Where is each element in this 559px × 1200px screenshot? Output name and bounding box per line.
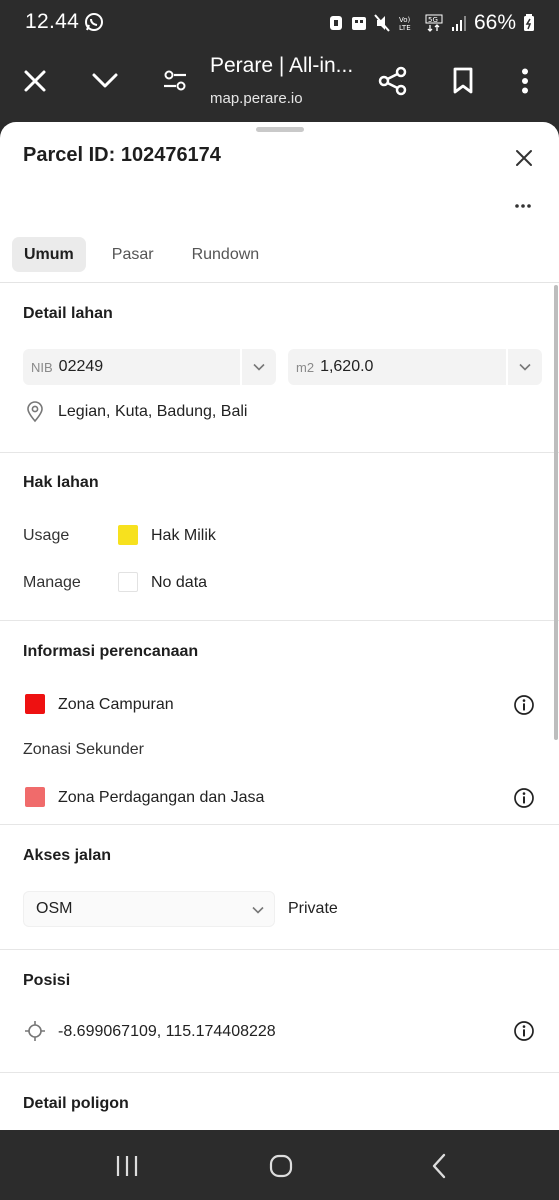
info-icon[interactable] bbox=[513, 694, 535, 716]
more-horiz-icon bbox=[515, 204, 531, 208]
tab-bar: Umum Pasar Rundown bbox=[12, 237, 271, 272]
secondary-zone-name: Zona Perdagangan dan Jasa bbox=[58, 789, 265, 806]
chevron-down-icon[interactable] bbox=[506, 349, 542, 385]
close-icon bbox=[516, 150, 532, 166]
page-settings-button[interactable] bbox=[158, 64, 192, 98]
section-title: Akses jalan bbox=[23, 847, 112, 864]
battery-percent: 66% bbox=[473, 11, 516, 34]
page-url[interactable]: map.perare.io bbox=[210, 90, 303, 107]
tab-rundown[interactable]: Rundown bbox=[180, 237, 272, 272]
status-time: 12.44 bbox=[25, 10, 80, 33]
section-title: Detail lahan bbox=[23, 305, 113, 322]
primary-zone-name: Zona Campuran bbox=[58, 696, 174, 713]
section-detail-lahan: Detail lahan NIB 02249 m2 1,620.0 Legian… bbox=[0, 283, 559, 453]
secondary-zone-swatch bbox=[25, 787, 45, 807]
chevron-down-icon[interactable] bbox=[240, 349, 276, 385]
status-icons: Vo) LTE 5G 66% bbox=[328, 10, 535, 36]
5g-icon: 5G bbox=[425, 14, 443, 32]
parcel-title: Parcel ID: 102476174 bbox=[23, 144, 221, 166]
back-button[interactable] bbox=[424, 1152, 454, 1180]
notification-icon bbox=[329, 16, 342, 30]
section-informasi-perencanaan: Informasi perencanaan Zona Campuran Zona… bbox=[0, 621, 559, 825]
recent-apps-button[interactable] bbox=[112, 1152, 142, 1180]
browser-menu-button[interactable] bbox=[508, 64, 542, 98]
bookmark-button[interactable] bbox=[446, 64, 480, 98]
close-tab-button[interactable] bbox=[18, 64, 52, 98]
more-vert-icon bbox=[522, 68, 528, 94]
whatsapp-icon bbox=[85, 13, 103, 31]
info-icon[interactable] bbox=[513, 787, 535, 809]
signal-icon bbox=[451, 16, 466, 31]
volte-icon: Vo)LTE bbox=[399, 16, 411, 32]
manage-color-swatch bbox=[118, 572, 138, 592]
section-title: Informasi perencanaan bbox=[23, 643, 199, 660]
section-posisi: Posisi -8.699067109, 115.174408228 bbox=[0, 950, 559, 1073]
status-bar: 12.44 Vo) LTE 5G 66% bbox=[0, 0, 559, 46]
bookmark-icon bbox=[453, 67, 473, 94]
location-pin-icon bbox=[27, 401, 43, 423]
section-title: Posisi bbox=[23, 972, 71, 989]
manage-label: Manage bbox=[23, 574, 81, 591]
road-source-value: OSM bbox=[36, 900, 73, 917]
close-icon bbox=[24, 70, 46, 92]
area-select[interactable]: m2 1,620.0 bbox=[288, 349, 542, 385]
back-icon bbox=[432, 1153, 446, 1179]
coordinates-text: -8.699067109, 115.174408228 bbox=[58, 1023, 276, 1040]
tune-icon bbox=[164, 70, 186, 91]
svg-text:Vo): Vo) bbox=[399, 16, 411, 24]
section-title: Detail poligon bbox=[23, 1095, 129, 1112]
collapse-button[interactable] bbox=[88, 64, 122, 98]
tab-pasar[interactable]: Pasar bbox=[100, 237, 166, 272]
page-title: Perare | All-in... bbox=[210, 54, 354, 77]
parcel-sheet: Parcel ID: 102476174 Umum Pasar Rundown … bbox=[0, 122, 559, 1130]
manage-value: No data bbox=[151, 574, 208, 591]
home-button[interactable] bbox=[266, 1152, 296, 1180]
share-button[interactable] bbox=[376, 64, 410, 98]
scrollbar[interactable] bbox=[554, 285, 558, 740]
section-detail-poligon: Detail poligon bbox=[0, 1073, 559, 1130]
area-prefix: m2 bbox=[296, 359, 315, 375]
secondary-zoning-label: Zonasi Sekunder bbox=[23, 741, 144, 758]
sheet-content[interactable]: Detail lahan NIB 02249 m2 1,620.0 Legian… bbox=[0, 282, 559, 1130]
svg-text:LTE: LTE bbox=[399, 24, 411, 32]
usage-label: Usage bbox=[23, 527, 70, 544]
browser-toolbar: Perare | All-in... map.perare.io bbox=[0, 46, 559, 122]
nib-select[interactable]: NIB 02249 bbox=[23, 349, 276, 385]
share-icon bbox=[378, 66, 407, 96]
svg-text:5G: 5G bbox=[428, 16, 438, 24]
section-akses-jalan: Akses jalan OSM Private bbox=[0, 825, 559, 950]
section-hak-lahan: Hak lahan Usage Hak Milik Manage No data bbox=[0, 453, 559, 621]
section-title: Hak lahan bbox=[23, 474, 99, 491]
info-icon[interactable] bbox=[513, 1020, 535, 1042]
crosshair-icon bbox=[25, 1021, 45, 1041]
sheet-more-button[interactable] bbox=[508, 194, 538, 218]
road-source-select[interactable]: OSM bbox=[23, 891, 275, 927]
nib-value: 02249 bbox=[58, 358, 104, 375]
sheet-drag-handle[interactable] bbox=[256, 127, 304, 132]
mute-icon bbox=[374, 14, 390, 32]
location-text: Legian, Kuta, Badung, Bali bbox=[58, 403, 248, 420]
system-nav-bar bbox=[0, 1130, 559, 1200]
primary-zone-swatch bbox=[25, 694, 45, 714]
nib-prefix: NIB bbox=[31, 359, 53, 375]
road-access-type: Private bbox=[288, 900, 338, 917]
battery-icon bbox=[524, 14, 534, 31]
home-icon bbox=[269, 1154, 293, 1178]
chevron-down-icon bbox=[92, 73, 118, 88]
usage-value: Hak Milik bbox=[151, 527, 216, 544]
usage-color-swatch bbox=[118, 525, 138, 545]
close-sheet-button[interactable] bbox=[510, 144, 538, 172]
recent-apps-icon bbox=[116, 1156, 138, 1176]
building-icon bbox=[351, 17, 366, 30]
area-value: 1,620.0 bbox=[320, 358, 374, 375]
chevron-down-icon bbox=[252, 906, 264, 914]
tab-umum[interactable]: Umum bbox=[12, 237, 86, 272]
